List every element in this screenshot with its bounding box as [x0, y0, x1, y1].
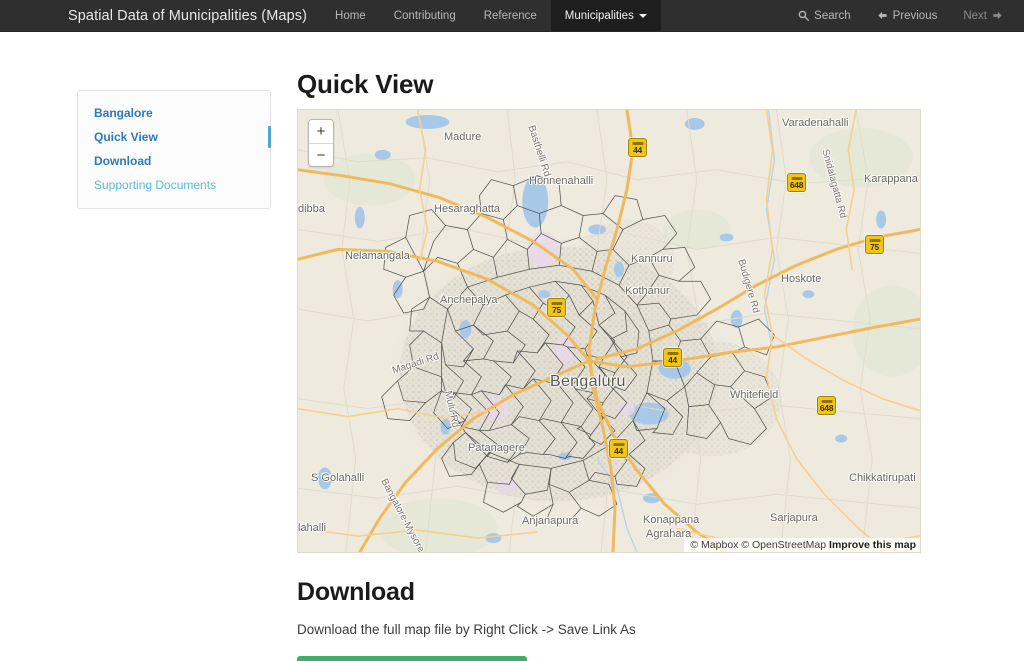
chevron-down-icon: [638, 13, 647, 18]
nav-item-contributing[interactable]: Contributing: [380, 0, 470, 31]
sidebar-item-label: Quick View: [94, 130, 158, 144]
highway-shield-icon: 648: [787, 173, 806, 192]
download-description: Download the full map file by Right Clic…: [297, 622, 636, 637]
nav-item-home[interactable]: Home: [321, 0, 380, 31]
nav-item-label: Previous: [892, 9, 938, 22]
page-body: Bangalore Quick View Download Supporting…: [0, 32, 1024, 661]
highway-shield-icon: 44: [628, 138, 647, 157]
sidebar-item-label: Download: [94, 154, 152, 168]
main-content: Quick View + − Madure Varadenahalli Honn…: [297, 68, 921, 661]
highway-shield-icon: 44: [609, 439, 628, 458]
map-zoom-control: + −: [308, 119, 334, 167]
highway-shield-label: 648: [789, 180, 804, 190]
nav-item-label: Municipalities: [564, 9, 634, 22]
map-tiles: [298, 110, 920, 552]
highway-shield-icon: 44: [663, 348, 682, 367]
sidebar-item-download[interactable]: Download: [78, 149, 270, 173]
highway-shield-icon: 75: [547, 298, 566, 317]
highway-shield-label: 75: [870, 242, 879, 252]
highway-shield-icon: 648: [817, 396, 836, 415]
navbar-menu: Home Contributing Reference Municipaliti…: [321, 0, 661, 31]
nav-item-label: Next: [963, 9, 987, 22]
highway-shield-label: 44: [614, 446, 623, 456]
download-heading: Download: [297, 578, 415, 606]
nav-item-label: Search: [814, 9, 851, 22]
nav-item-label: Contributing: [393, 9, 456, 22]
highway-shield-label: 648: [819, 403, 834, 413]
map-viewport[interactable]: + − Madure Varadenahalli Honnenahalli Karap…: [297, 109, 921, 553]
zoom-out-button[interactable]: −: [309, 143, 333, 166]
sidebar-item-supporting-documents[interactable]: Supporting Documents: [78, 173, 270, 197]
top-navbar: Spatial Data of Municipalities (Maps) Ho…: [0, 0, 1024, 32]
sidebar-item-bangalore[interactable]: Bangalore: [78, 101, 270, 125]
highway-shield-label: 44: [668, 355, 677, 365]
arrow-right-icon: [992, 10, 1003, 21]
page-title: Quick View: [297, 69, 434, 99]
nav-item-previous[interactable]: Previous: [864, 0, 951, 31]
sidebar-item-quick-view[interactable]: Quick View: [78, 125, 271, 149]
navbar-right-menu: Search Previous Next: [785, 0, 1024, 31]
navbar-brand[interactable]: Spatial Data of Municipalities (Maps): [68, 0, 321, 31]
nav-item-next[interactable]: Next: [950, 0, 1016, 31]
arrow-left-icon: [877, 10, 888, 21]
nav-item-label: Home: [335, 9, 366, 22]
zoom-in-button[interactable]: +: [309, 120, 333, 143]
highway-shield-label: 75: [552, 305, 561, 315]
download-section: Download Download the full map file by R…: [297, 577, 921, 661]
sidebar-item-label: Supporting Documents: [94, 178, 217, 192]
sidebar-panel: Bangalore Quick View Download Supporting…: [77, 90, 271, 209]
map-attribution[interactable]: © Mapbox © OpenStreetMap Improve this ma…: [684, 538, 920, 552]
highway-shield-icon: 75: [865, 235, 884, 254]
search-icon: [798, 10, 810, 21]
attribution-text: © Mapbox © OpenStreetMap: [690, 539, 827, 551]
download-map-file-button[interactable]: Download Map File: [297, 656, 527, 661]
nav-item-municipalities[interactable]: Municipalities: [550, 0, 661, 31]
nav-item-reference[interactable]: Reference: [470, 0, 551, 31]
nav-item-label: Reference: [483, 9, 537, 22]
sidebar-item-label: Bangalore: [94, 106, 153, 120]
improve-map-link[interactable]: Improve this map: [829, 539, 916, 551]
nav-item-search[interactable]: Search: [785, 0, 863, 31]
highway-shield-label: 44: [633, 145, 642, 155]
